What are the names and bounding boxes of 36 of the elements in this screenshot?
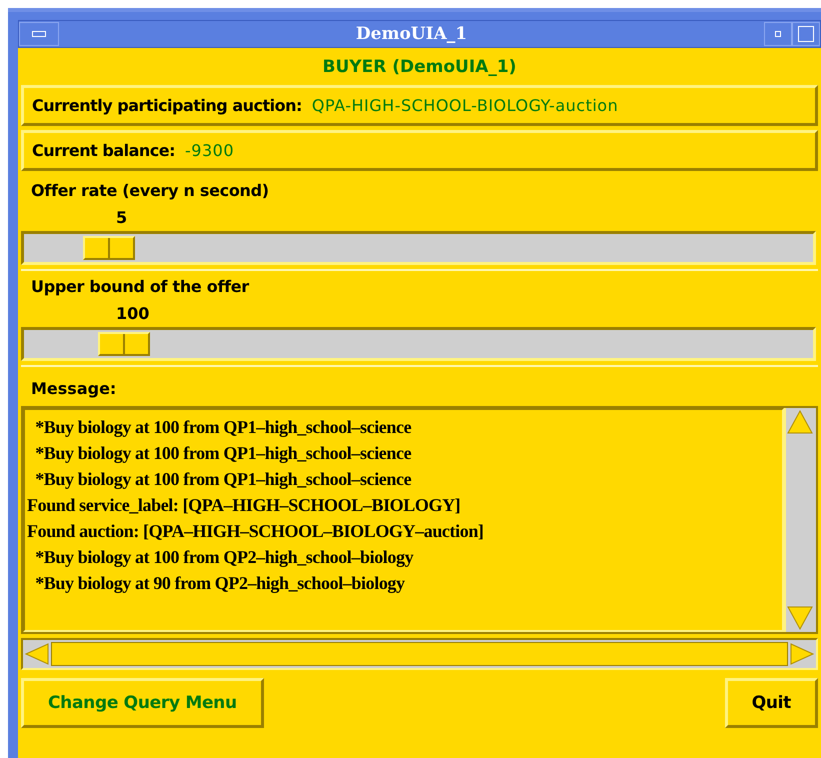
action-button[interactable]: Change Query Menu — [21, 678, 264, 728]
slider-value: 5 — [115, 207, 128, 229]
message-line: *Buy biology at 100 from QP1–high_school–science — [34, 442, 412, 465]
slider-thumb[interactable] — [82, 236, 135, 260]
info-value: QPA-HIGH-SCHOOL-BIOLOGY-auction — [312, 96, 618, 115]
scroll-right-icon[interactable] — [788, 642, 816, 666]
scroll-down-icon[interactable] — [786, 604, 814, 632]
horizontal-scrollbar[interactable] — [21, 638, 818, 670]
slider-label: Offer rate (every n second) — [30, 181, 270, 200]
info-label: Currently participating auction: — [32, 96, 302, 115]
maximize-button[interactable] — [792, 22, 820, 46]
slider-label: Upper bound of the offer — [30, 277, 250, 296]
slider-track[interactable] — [21, 231, 816, 265]
scroll-left-icon[interactable] — [23, 642, 51, 666]
maximize-icon — [798, 26, 814, 42]
window-title: DemoUIA_1 — [354, 24, 468, 44]
action-button[interactable]: Quit — [724, 678, 818, 728]
message-line: *Buy biology at 90 from QP2–high_school–biology — [34, 572, 406, 595]
info-value: -9300 — [185, 141, 234, 160]
info-label: Current balance: — [32, 141, 176, 160]
window-heading: BUYER (DemoUIA_1) — [322, 56, 518, 79]
message-line: *Buy biology at 100 from QP2–high_school–biology — [34, 546, 414, 569]
slider-value: 100 — [115, 303, 150, 325]
vertical-scrollbar[interactable] — [784, 408, 816, 632]
message-line: *Buy biology at 100 from QP1–high_school–science — [34, 468, 412, 491]
message-line: Found auction: [QPA–HIGH–SCHOOL–BIOLOGY–auction] — [27, 520, 485, 543]
window-menu-button[interactable] — [19, 22, 59, 46]
message-line: *Buy biology at 100 from QP1–high_school–science — [34, 416, 412, 439]
scroll-up-icon[interactable] — [786, 408, 814, 436]
message-line: Found service_label: [QPA–HIGH–SCHOOL–BIOLOGY] — [27, 494, 462, 517]
message-label: Message: — [30, 378, 118, 400]
slider-thumb[interactable] — [98, 332, 150, 356]
minimize-button[interactable] — [764, 22, 792, 46]
menu-icon — [32, 31, 46, 37]
slider-track[interactable] — [21, 327, 816, 361]
minimize-icon — [775, 31, 781, 37]
